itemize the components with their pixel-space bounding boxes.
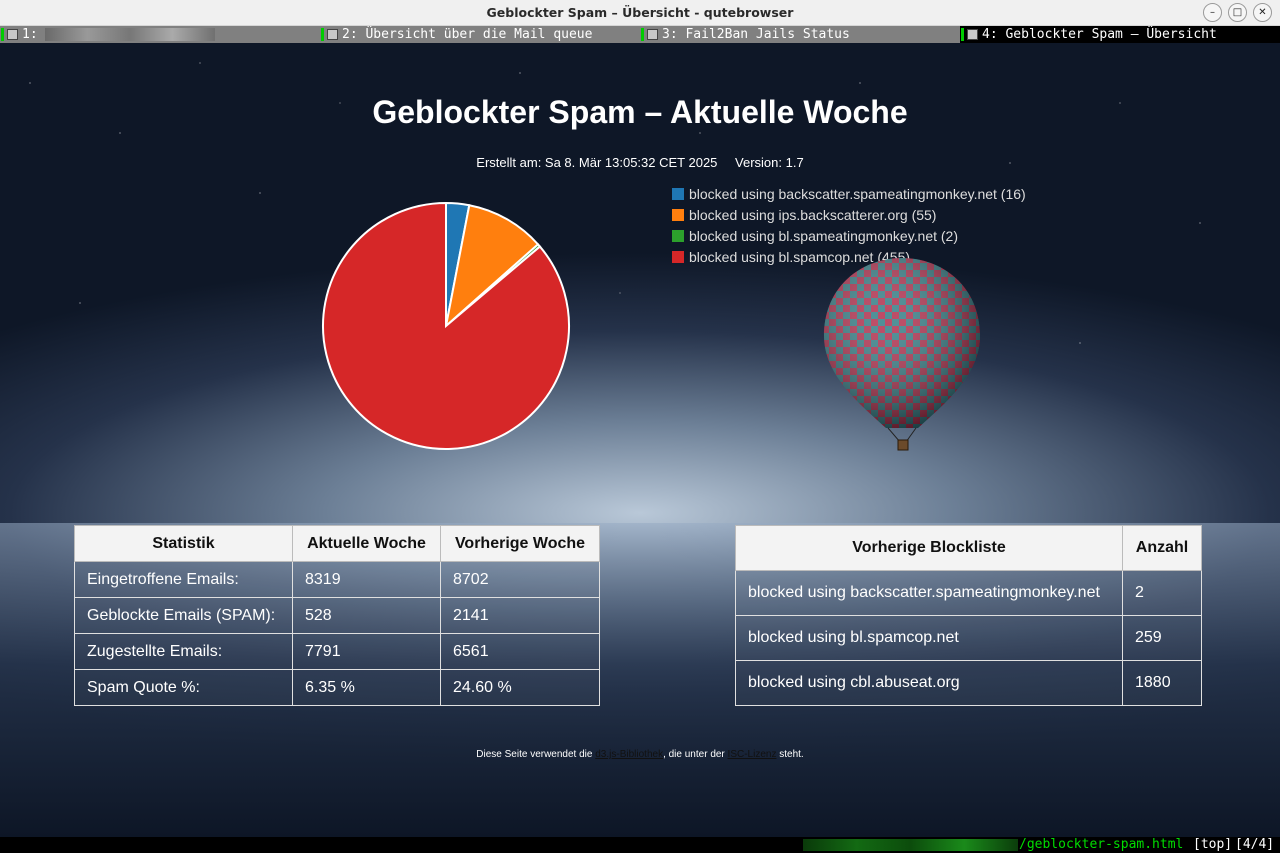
tab-label: 3: Fail2Ban Jails Status: [662, 27, 850, 42]
stats-cell: 8319: [292, 561, 441, 598]
legend-swatch: [672, 188, 684, 200]
tab-index: [4/4]: [1235, 837, 1275, 852]
hot-air-balloon-image: [824, 258, 980, 451]
table-row: Eingetroffene Emails: 8319 8702: [74, 561, 600, 598]
stats-cell: Zugestellte Emails:: [74, 633, 293, 670]
legend-swatch: [672, 209, 684, 221]
table-row: Zugestellte Emails: 7791 6561: [74, 633, 600, 670]
tab-indicator: [321, 28, 324, 41]
blocklist-cell: blocked using backscatter.spameatingmonk…: [735, 570, 1123, 616]
pie-chart: [322, 201, 570, 450]
blocklist-cell: 259: [1122, 615, 1202, 661]
table-row: Geblockte Emails (SPAM): 528 2141: [74, 597, 600, 634]
legend-item-0: blocked using backscatter.spameatingmonk…: [672, 186, 1026, 207]
tab-1[interactable]: 1:: [0, 26, 320, 43]
stats-header-previous: Vorherige Woche: [440, 525, 600, 562]
stats-cell: 24.60 %: [440, 669, 600, 706]
status-url: /geblockter-spam.html: [1019, 837, 1184, 852]
footer-text: Diese Seite verwendet die: [476, 749, 596, 760]
window-title: Geblockter Spam – Übersicht - qutebrowse…: [486, 5, 794, 20]
stats-cell: 7791: [292, 633, 441, 670]
legend-label: blocked using bl.spameatingmonkey.net (2…: [689, 228, 959, 244]
scroll-position: [top]: [1193, 837, 1233, 852]
tab-label: 2: Übersicht über die Mail queue: [342, 27, 593, 42]
tab-indicator: [1, 28, 4, 41]
page-footer: Diese Seite verwendet die d3.js-Biblioth…: [0, 749, 1280, 760]
blocklist-cell: 2: [1122, 570, 1202, 616]
table-row: blocked using cbl.abuseat.org 1880: [735, 660, 1202, 706]
blocklist-header-count: Anzahl: [1122, 525, 1202, 571]
tab-2[interactable]: 2: Übersicht über die Mail queue: [320, 26, 640, 43]
table-row: blocked using backscatter.spameatingmonk…: [735, 570, 1202, 616]
redacted-url-host: [803, 839, 1018, 851]
blocklist-header-name: Vorherige Blockliste: [735, 525, 1123, 571]
close-button[interactable]: ✕: [1253, 3, 1272, 22]
status-bar: /geblockter-spam.html [top] [4/4]: [0, 837, 1280, 853]
tab-label: 4: Geblockter Spam – Übersicht: [982, 27, 1217, 42]
tab-label: 1:: [22, 27, 38, 42]
stats-table: Statistik Aktuelle Woche Vorherige Woche…: [74, 525, 600, 706]
stats-cell: Spam Quote %:: [74, 669, 293, 706]
minimize-button[interactable]: –: [1203, 3, 1222, 22]
stats-cell: 8702: [440, 561, 600, 598]
stats-cell: 528: [292, 597, 441, 634]
footer-text: , die unter der: [663, 749, 728, 760]
table-row: Spam Quote %: 6.35 % 24.60 %: [74, 669, 600, 706]
legend-item-1: blocked using ips.backscatterer.org (55): [672, 207, 1026, 228]
window-titlebar: Geblockter Spam – Übersicht - qutebrowse…: [0, 0, 1280, 26]
stats-cell: Geblockte Emails (SPAM):: [74, 597, 293, 634]
stats-header-statistik: Statistik: [74, 525, 293, 562]
blocklist-cell: 1880: [1122, 660, 1202, 706]
legend-swatch: [672, 230, 684, 242]
blocklist-cell: blocked using bl.spamcop.net: [735, 615, 1123, 661]
blocklist-cell: blocked using cbl.abuseat.org: [735, 660, 1123, 706]
favicon-icon: [647, 29, 658, 40]
maximize-button[interactable]: □: [1228, 3, 1247, 22]
stats-cell: Eingetroffene Emails:: [74, 561, 293, 598]
favicon-icon: [967, 29, 978, 40]
footer-text: steht.: [776, 749, 804, 760]
legend-swatch: [672, 251, 684, 263]
table-row: blocked using bl.spamcop.net 259: [735, 615, 1202, 661]
tab-bar: 1: 2: Übersicht über die Mail queue 3: F…: [0, 26, 1280, 43]
legend-item-2: blocked using bl.spameatingmonkey.net (2…: [672, 228, 1026, 249]
tab-4[interactable]: 4: Geblockter Spam – Übersicht: [960, 26, 1280, 43]
created-date: Erstellt am: Sa 8. Mär 13:05:32 CET 2025: [476, 155, 718, 170]
blocklist-table: Vorherige Blockliste Anzahl blocked usin…: [735, 525, 1202, 706]
tab-indicator: [641, 28, 644, 41]
page-title: Geblockter Spam – Aktuelle Woche: [372, 94, 908, 130]
page-meta: Erstellt am: Sa 8. Mär 13:05:32 CET 2025…: [0, 155, 1280, 170]
stats-cell: 2141: [440, 597, 600, 634]
tab-3[interactable]: 3: Fail2Ban Jails Status: [640, 26, 960, 43]
d3-library-link[interactable]: d3.js-Bibliothek: [595, 749, 663, 760]
stats-header-current: Aktuelle Woche: [292, 525, 441, 562]
version: Version: 1.7: [735, 155, 804, 170]
legend-label: blocked using ips.backscatterer.org (55): [689, 207, 937, 223]
favicon-icon: [7, 29, 18, 40]
redacted-tab-title: [45, 28, 216, 41]
favicon-icon: [327, 29, 338, 40]
page-viewport: Geblockter Spam – Aktuelle Woche Erstell…: [0, 43, 1280, 837]
stats-cell: 6.35 %: [292, 669, 441, 706]
stats-cell: 6561: [440, 633, 600, 670]
tab-indicator: [961, 28, 964, 41]
isc-license-link[interactable]: ISC-Lizenz: [728, 749, 777, 760]
legend-label: blocked using backscatter.spameatingmonk…: [689, 186, 1026, 202]
